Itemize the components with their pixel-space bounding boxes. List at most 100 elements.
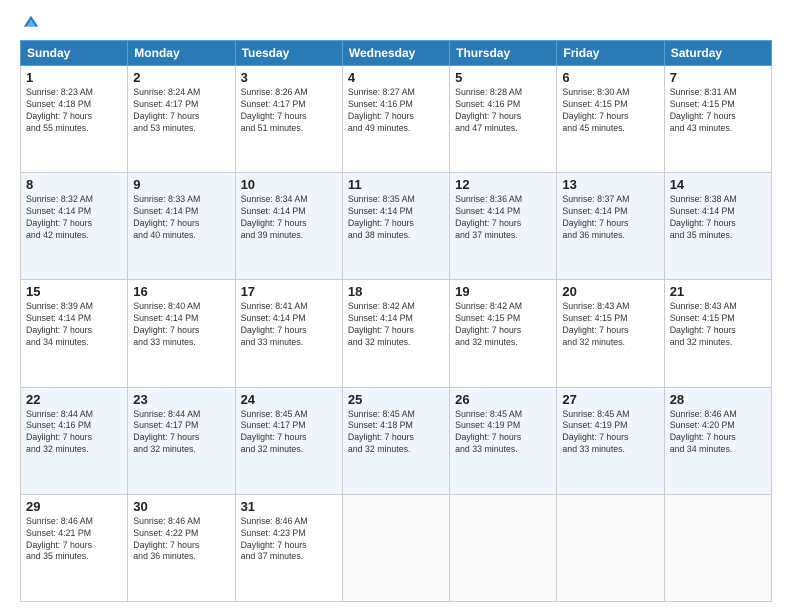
calendar-cell: 11 Sunrise: 8:35 AMSunset: 4:14 PMDayligh… <box>342 173 449 280</box>
cell-info: Sunrise: 8:41 AMSunset: 4:14 PMDaylight:… <box>241 301 337 349</box>
day-number: 29 <box>26 499 122 514</box>
day-header-thursday: Thursday <box>450 41 557 66</box>
calendar-cell: 26 Sunrise: 8:45 AMSunset: 4:19 PMDayligh… <box>450 387 557 494</box>
calendar-week-4: 22 Sunrise: 8:44 AMSunset: 4:16 PMDayligh… <box>21 387 772 494</box>
day-number: 13 <box>562 177 658 192</box>
cell-info: Sunrise: 8:44 AMSunset: 4:16 PMDaylight:… <box>26 409 122 457</box>
cell-info: Sunrise: 8:32 AMSunset: 4:14 PMDaylight:… <box>26 194 122 242</box>
calendar-cell: 1 Sunrise: 8:23 AMSunset: 4:18 PMDaylight… <box>21 66 128 173</box>
calendar-table: SundayMondayTuesdayWednesdayThursdayFrid… <box>20 40 772 602</box>
cell-info: Sunrise: 8:23 AMSunset: 4:18 PMDaylight:… <box>26 87 122 135</box>
cell-info: Sunrise: 8:43 AMSunset: 4:15 PMDaylight:… <box>670 301 766 349</box>
day-number: 4 <box>348 70 444 85</box>
calendar-cell <box>450 494 557 601</box>
calendar-cell: 17 Sunrise: 8:41 AMSunset: 4:14 PMDayligh… <box>235 280 342 387</box>
day-number: 23 <box>133 392 229 407</box>
cell-info: Sunrise: 8:46 AMSunset: 4:21 PMDaylight:… <box>26 516 122 564</box>
calendar-cell: 3 Sunrise: 8:26 AMSunset: 4:17 PMDaylight… <box>235 66 342 173</box>
calendar-cell: 13Sunrise: 8:37 AMSunset: 4:14 PMDayligh… <box>557 173 664 280</box>
day-number: 5 <box>455 70 551 85</box>
calendar-cell: 14 Sunrise: 8:38 AMSunset: 4:14 PMDayligh… <box>664 173 771 280</box>
calendar-week-1: 1 Sunrise: 8:23 AMSunset: 4:18 PMDaylight… <box>21 66 772 173</box>
day-number: 15 <box>26 284 122 299</box>
calendar-week-2: 8 Sunrise: 8:32 AMSunset: 4:14 PMDaylight… <box>21 173 772 280</box>
cell-info: Sunrise: 8:46 AMSunset: 4:23 PMDaylight:… <box>241 516 337 564</box>
calendar-cell: 21 Sunrise: 8:43 AMSunset: 4:15 PMDayligh… <box>664 280 771 387</box>
calendar-week-3: 15 Sunrise: 8:39 AMSunset: 4:14 PMDayligh… <box>21 280 772 387</box>
calendar-cell: 30Sunrise: 8:46 AMSunset: 4:22 PMDayligh… <box>128 494 235 601</box>
calendar-cell: 28 Sunrise: 8:46 AMSunset: 4:20 PMDayligh… <box>664 387 771 494</box>
day-number: 16 <box>133 284 229 299</box>
calendar-cell: 15 Sunrise: 8:39 AMSunset: 4:14 PMDayligh… <box>21 280 128 387</box>
day-number: 6 <box>562 70 658 85</box>
calendar-cell <box>664 494 771 601</box>
day-number: 17 <box>241 284 337 299</box>
day-number: 7 <box>670 70 766 85</box>
calendar-cell: 9 Sunrise: 8:33 AMSunset: 4:14 PMDaylight… <box>128 173 235 280</box>
cell-info: Sunrise: 8:42 AMSunset: 4:15 PMDaylight:… <box>455 301 551 349</box>
cell-info: Sunrise: 8:33 AMSunset: 4:14 PMDaylight:… <box>133 194 229 242</box>
calendar-week-5: 29 Sunrise: 8:46 AMSunset: 4:21 PMDayligh… <box>21 494 772 601</box>
calendar-cell: 2 Sunrise: 8:24 AMSunset: 4:17 PMDaylight… <box>128 66 235 173</box>
day-number: 22 <box>26 392 122 407</box>
day-header-monday: Monday <box>128 41 235 66</box>
cell-info: Sunrise: 8:45 AMSunset: 4:19 PMDaylight:… <box>455 409 551 457</box>
header <box>20 16 772 32</box>
calendar-cell: 29 Sunrise: 8:46 AMSunset: 4:21 PMDayligh… <box>21 494 128 601</box>
day-number: 8 <box>26 177 122 192</box>
cell-info: Sunrise: 8:45 AMSunset: 4:18 PMDaylight:… <box>348 409 444 457</box>
calendar-cell: 25 Sunrise: 8:45 AMSunset: 4:18 PMDayligh… <box>342 387 449 494</box>
cell-info: Sunrise: 8:24 AMSunset: 4:17 PMDaylight:… <box>133 87 229 135</box>
cell-info: Sunrise: 8:42 AMSunset: 4:14 PMDaylight:… <box>348 301 444 349</box>
cell-info: Sunrise: 8:43 AMSunset: 4:15 PMDaylight:… <box>562 301 658 349</box>
cell-info: Sunrise: 8:35 AMSunset: 4:14 PMDaylight:… <box>348 194 444 242</box>
cell-info: Sunrise: 8:30 AMSunset: 4:15 PMDaylight:… <box>562 87 658 135</box>
calendar-cell: 23 Sunrise: 8:44 AMSunset: 4:17 PMDayligh… <box>128 387 235 494</box>
day-header-tuesday: Tuesday <box>235 41 342 66</box>
calendar-cell: 12 Sunrise: 8:36 AMSunset: 4:14 PMDayligh… <box>450 173 557 280</box>
cell-info: Sunrise: 8:31 AMSunset: 4:15 PMDaylight:… <box>670 87 766 135</box>
cell-info: Sunrise: 8:36 AMSunset: 4:14 PMDaylight:… <box>455 194 551 242</box>
day-number: 1 <box>26 70 122 85</box>
cell-info: Sunrise: 8:39 AMSunset: 4:14 PMDaylight:… <box>26 301 122 349</box>
calendar-cell: 7 Sunrise: 8:31 AMSunset: 4:15 PMDaylight… <box>664 66 771 173</box>
cell-info: Sunrise: 8:44 AMSunset: 4:17 PMDaylight:… <box>133 409 229 457</box>
day-number: 19 <box>455 284 551 299</box>
cell-info: Sunrise: 8:45 AMSunset: 4:17 PMDaylight:… <box>241 409 337 457</box>
calendar-cell: 5Sunrise: 8:28 AMSunset: 4:16 PMDaylight… <box>450 66 557 173</box>
cell-info: Sunrise: 8:26 AMSunset: 4:17 PMDaylight:… <box>241 87 337 135</box>
day-number: 25 <box>348 392 444 407</box>
cell-info: Sunrise: 8:34 AMSunset: 4:14 PMDaylight:… <box>241 194 337 242</box>
day-number: 30 <box>133 499 229 514</box>
calendar-cell: 18 Sunrise: 8:42 AMSunset: 4:14 PMDayligh… <box>342 280 449 387</box>
day-header-friday: Friday <box>557 41 664 66</box>
cell-info: Sunrise: 8:40 AMSunset: 4:14 PMDaylight:… <box>133 301 229 349</box>
calendar-cell: 22 Sunrise: 8:44 AMSunset: 4:16 PMDayligh… <box>21 387 128 494</box>
day-header-sunday: Sunday <box>21 41 128 66</box>
calendar-cell: 19 Sunrise: 8:42 AMSunset: 4:15 PMDayligh… <box>450 280 557 387</box>
day-number: 2 <box>133 70 229 85</box>
calendar-cell: 4 Sunrise: 8:27 AMSunset: 4:16 PMDaylight… <box>342 66 449 173</box>
calendar-cell: 24Sunrise: 8:45 AMSunset: 4:17 PMDayligh… <box>235 387 342 494</box>
calendar-cell: 6 Sunrise: 8:30 AMSunset: 4:15 PMDaylight… <box>557 66 664 173</box>
day-number: 26 <box>455 392 551 407</box>
calendar-header-row: SundayMondayTuesdayWednesdayThursdayFrid… <box>21 41 772 66</box>
cell-info: Sunrise: 8:45 AMSunset: 4:19 PMDaylight:… <box>562 409 658 457</box>
logo-icon <box>22 14 40 32</box>
day-number: 21 <box>670 284 766 299</box>
day-number: 3 <box>241 70 337 85</box>
calendar-cell: 10Sunrise: 8:34 AMSunset: 4:14 PMDayligh… <box>235 173 342 280</box>
cell-info: Sunrise: 8:38 AMSunset: 4:14 PMDaylight:… <box>670 194 766 242</box>
logo <box>20 16 40 32</box>
day-header-saturday: Saturday <box>664 41 771 66</box>
day-number: 11 <box>348 177 444 192</box>
day-header-wednesday: Wednesday <box>342 41 449 66</box>
day-number: 28 <box>670 392 766 407</box>
cell-info: Sunrise: 8:27 AMSunset: 4:16 PMDaylight:… <box>348 87 444 135</box>
day-number: 12 <box>455 177 551 192</box>
calendar-cell: 8 Sunrise: 8:32 AMSunset: 4:14 PMDaylight… <box>21 173 128 280</box>
day-number: 14 <box>670 177 766 192</box>
cell-info: Sunrise: 8:46 AMSunset: 4:20 PMDaylight:… <box>670 409 766 457</box>
day-number: 18 <box>348 284 444 299</box>
day-number: 9 <box>133 177 229 192</box>
